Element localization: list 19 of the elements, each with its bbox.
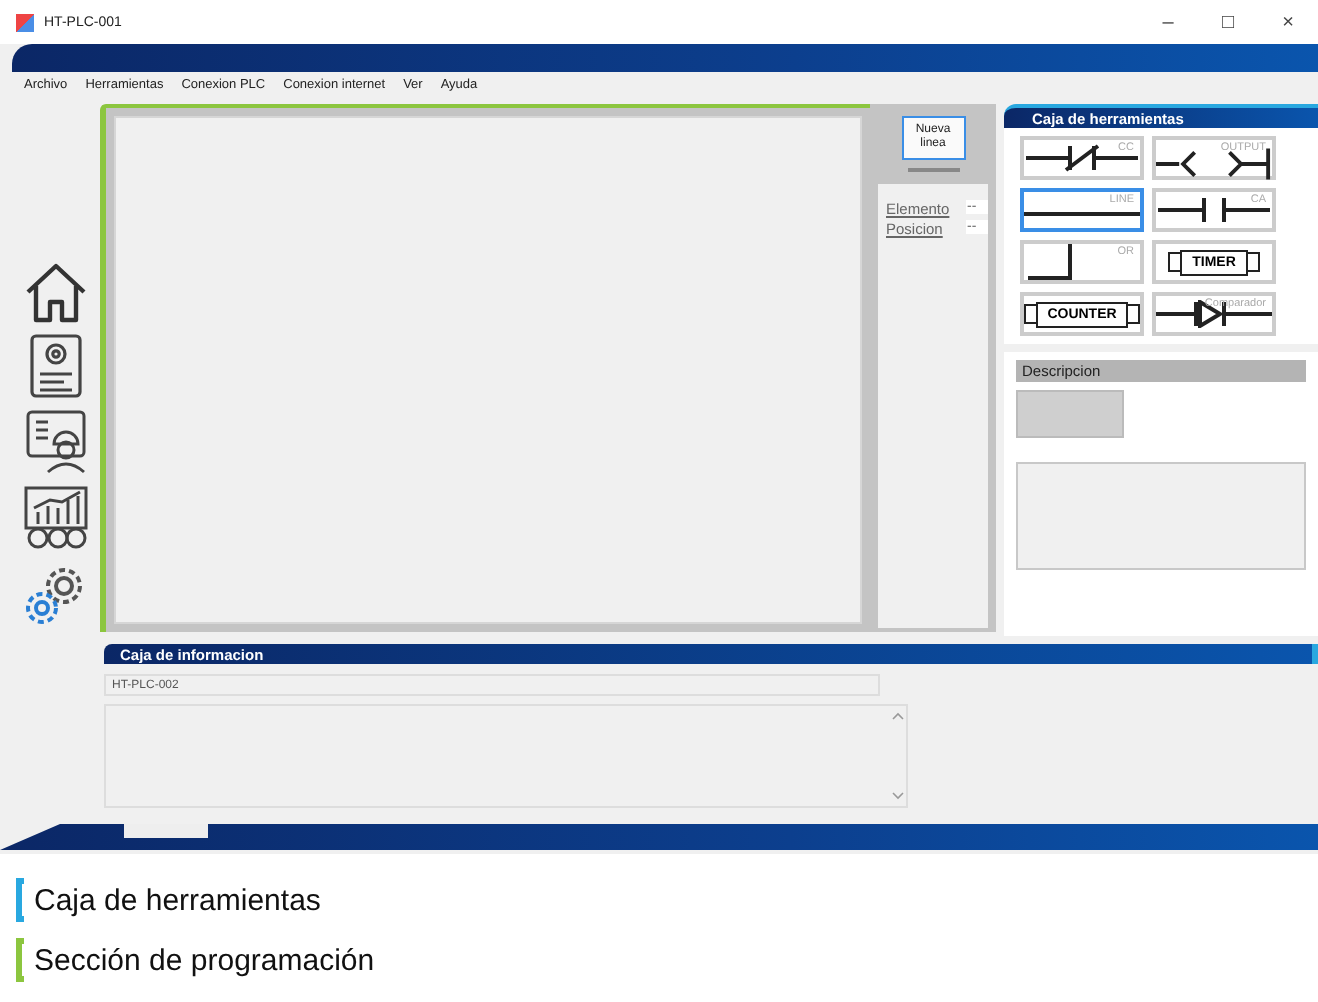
comparator-icon xyxy=(1156,300,1272,328)
minimize-button[interactable]: – xyxy=(1138,11,1198,33)
open-contact-icon xyxy=(1158,196,1270,224)
line-icon xyxy=(1024,210,1140,218)
chart-gears-icon[interactable] xyxy=(22,484,90,552)
document-gear-icon[interactable] xyxy=(28,332,84,400)
scroll-up-icon[interactable] xyxy=(891,712,903,720)
app-icon xyxy=(16,13,34,31)
worker-screen-icon[interactable] xyxy=(24,408,88,476)
legend-label: Caja de herramientas xyxy=(34,883,321,917)
legend-label: Sección de programación xyxy=(34,943,375,977)
scroll-down-icon[interactable] xyxy=(891,792,903,800)
branch-icon xyxy=(1028,244,1072,280)
closed-contact-icon xyxy=(1026,144,1138,172)
coil-icon xyxy=(1156,148,1272,180)
home-icon[interactable] xyxy=(22,260,90,324)
maximize-button[interactable]: □ xyxy=(1198,11,1258,33)
description-preview xyxy=(1016,390,1124,438)
close-button[interactable]: × xyxy=(1258,11,1318,33)
